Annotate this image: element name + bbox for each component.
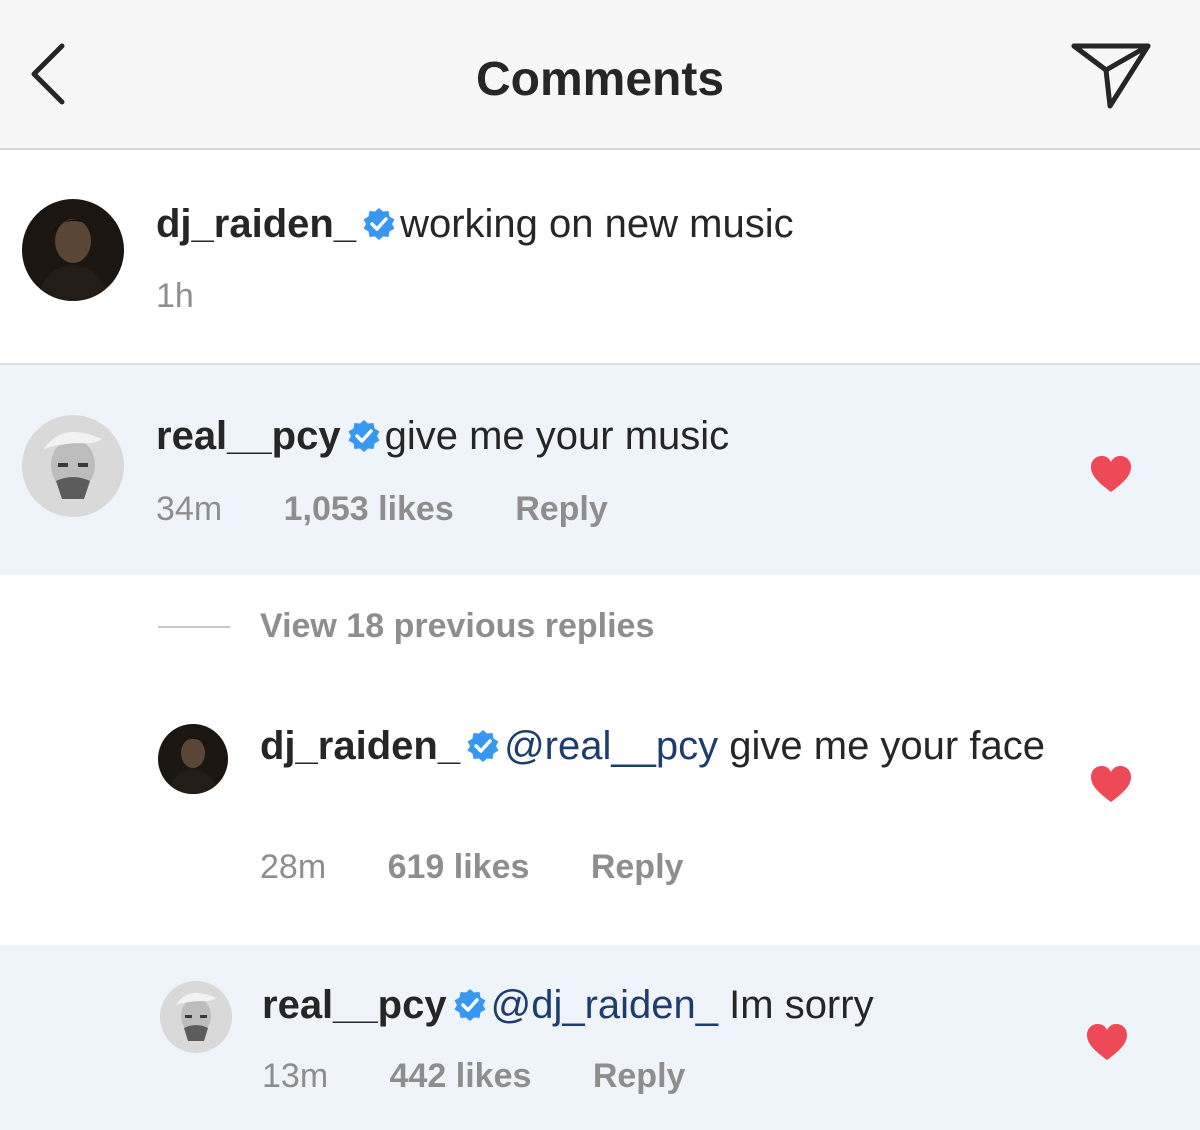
verified-badge-icon [363,208,395,240]
comment-meta: 34m 1,053 likes Reply [156,489,608,529]
verified-badge-icon [348,420,380,452]
reply-body: give me your face [729,724,1045,768]
heart-icon[interactable] [1085,1022,1129,1062]
comment-text: real__pcy give me your music [156,412,1056,460]
heart-icon[interactable] [1089,454,1133,494]
caption-time: 1h [156,277,194,315]
reply-button[interactable]: Reply [515,490,608,528]
reply-body: Im sorry [729,983,874,1027]
comment-likes[interactable]: 1,053 likes [284,490,454,528]
reply-text: real__pcy @dj_raiden_ Im sorry [262,981,1062,1029]
paper-plane-icon [1071,43,1151,109]
caption-body: working on new music [400,202,794,246]
avatar[interactable] [160,981,232,1053]
reply-time: 13m [262,1057,329,1095]
verified-badge-icon [454,989,486,1021]
reply-button[interactable]: Reply [593,1057,686,1095]
mention-link[interactable]: @real__pcy [504,724,718,768]
reply-text: dj_raiden_ @real__pcy give me your face [260,722,1060,770]
top-bar: Comments [0,0,1200,150]
caption-section [0,150,1200,365]
reply-time: 28m [260,848,327,886]
verified-badge-icon [467,730,499,762]
avatar[interactable] [22,415,124,517]
comment-time: 34m [156,490,223,528]
page-title: Comments [475,53,725,106]
reply-meta: 13m 442 likes Reply [262,1056,685,1096]
reply-username[interactable]: dj_raiden_ [260,724,460,768]
reply-button[interactable]: Reply [591,848,684,886]
view-replies-label: View 18 previous replies [260,607,655,645]
caption-meta: 1h [156,276,194,316]
highlighted-comment-bg [0,365,1200,575]
heart-icon[interactable] [1089,764,1133,804]
avatar[interactable] [22,199,124,301]
avatar[interactable] [158,724,228,794]
reply-username[interactable]: real__pcy [262,983,447,1027]
caption-username[interactable]: dj_raiden_ [156,202,356,246]
reply-meta: 28m 619 likes Reply [260,847,683,887]
mention-link[interactable]: @dj_raiden_ [491,983,718,1027]
share-button[interactable] [1068,38,1154,112]
replies-divider [158,626,230,628]
reply-likes[interactable]: 442 likes [390,1057,532,1095]
reply-likes[interactable]: 619 likes [388,848,530,886]
comment-body: give me your music [384,414,730,458]
comment-username[interactable]: real__pcy [156,414,341,458]
caption-text: dj_raiden_ working on new music [156,200,1156,248]
